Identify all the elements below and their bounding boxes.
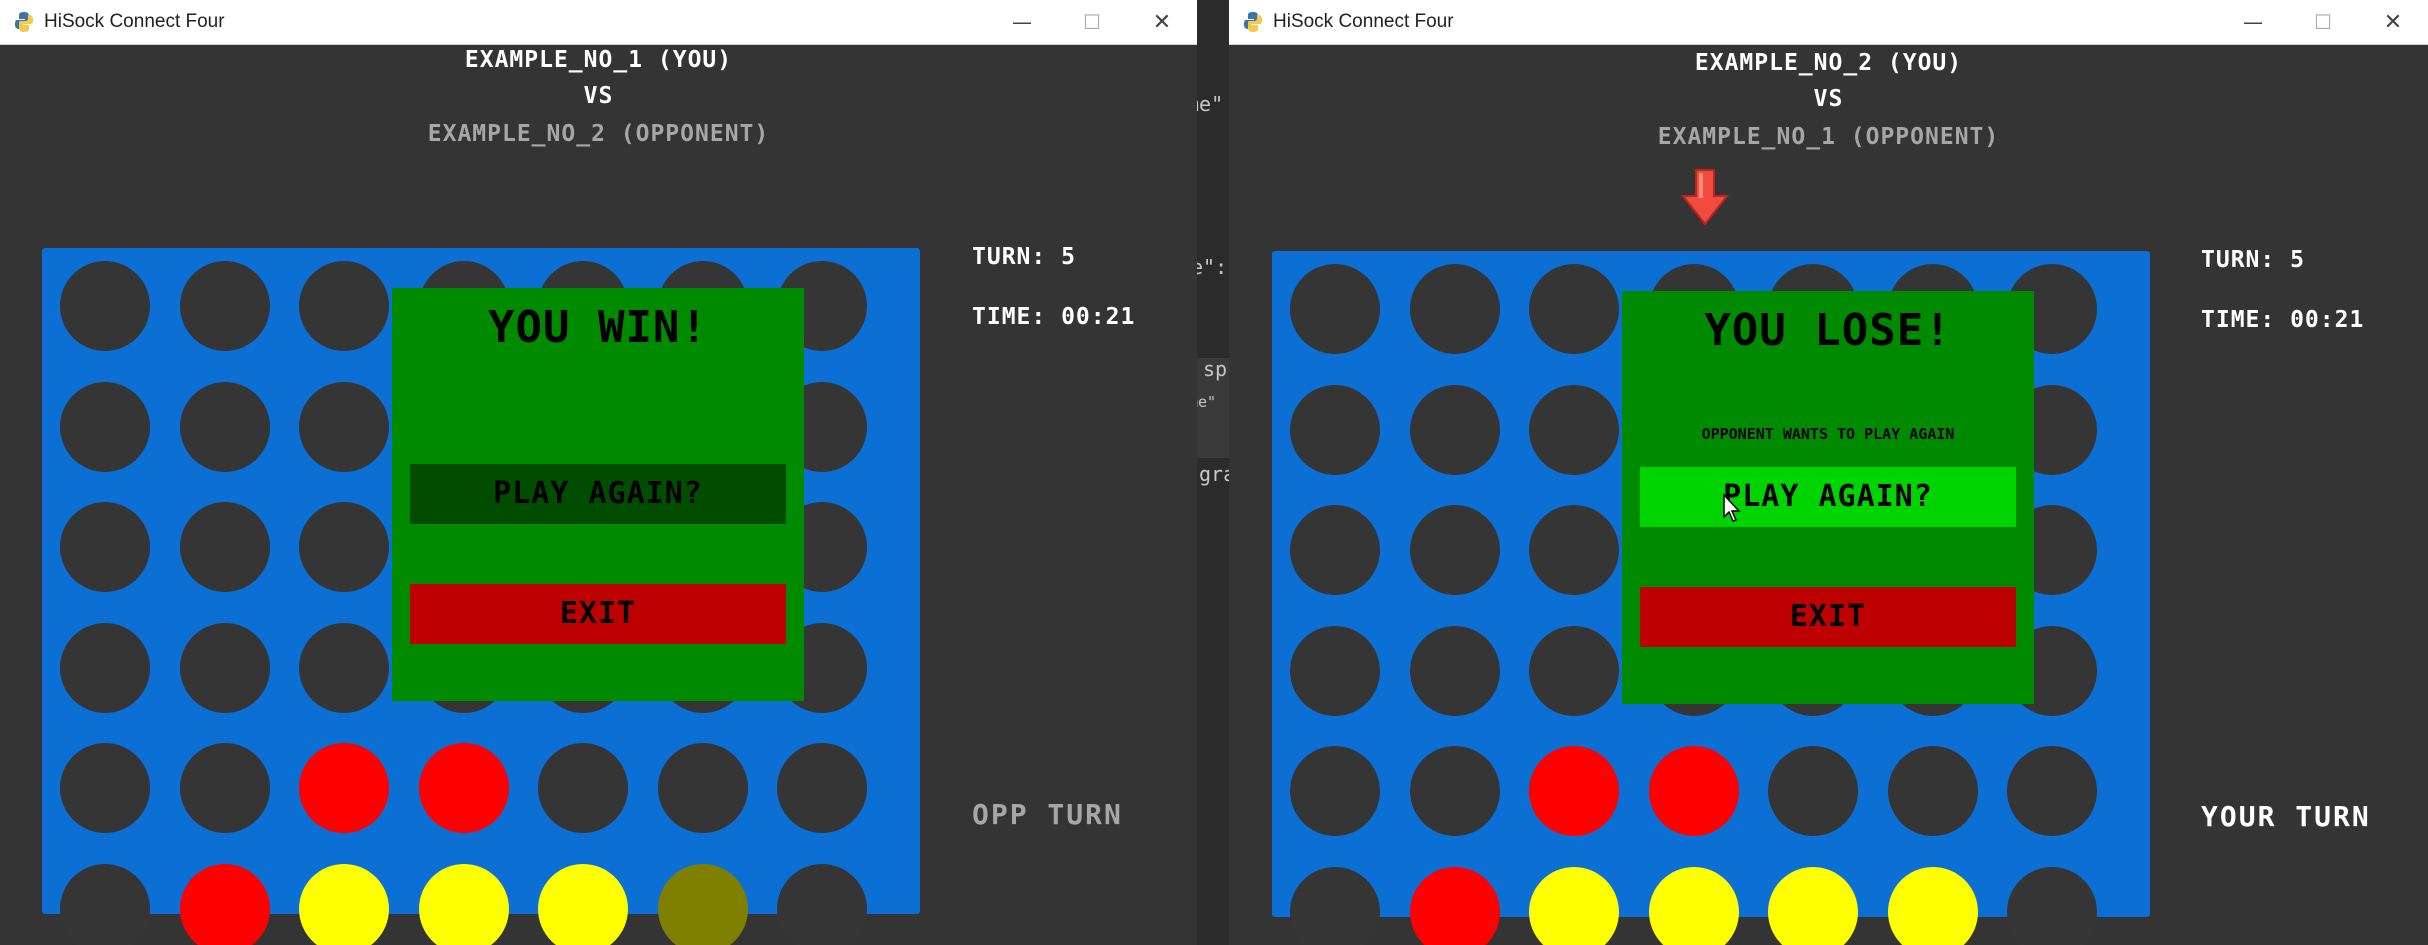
empty-slot (1409, 746, 1500, 837)
yellow-piece (538, 864, 628, 945)
empty-slot (1529, 384, 1619, 475)
red-piece (418, 743, 509, 834)
game-over-dialog: YOU WIN! PLAY AGAIN? EXIT (392, 288, 804, 701)
window-title: HiSock Connect Four (44, 11, 225, 32)
turn-status: OPP TURN (972, 798, 1123, 831)
empty-slot (1529, 505, 1619, 596)
minimize-button[interactable]: — (987, 0, 1057, 45)
empty-slot (2007, 746, 2097, 837)
red-piece (179, 864, 270, 945)
empty-slot (299, 622, 389, 713)
editor-text-fragment: gra (1199, 462, 1229, 486)
editor-text-fragment: sp (1203, 357, 1228, 381)
empty-slot (299, 261, 389, 351)
empty-slot (60, 622, 150, 713)
exit-button[interactable]: EXIT (1640, 587, 2016, 647)
window-titlebar[interactable]: HiSock Connect Four — ☐ ✕ (0, 0, 1197, 45)
turn-counter: TURN: 5 (2201, 247, 2305, 273)
window-titlebar[interactable]: HiSock Connect Four — ☐ ✕ (1229, 0, 2428, 45)
result-title: YOU LOSE! (1704, 305, 1952, 356)
empty-slot (1290, 505, 1380, 596)
maximize-button[interactable]: ☐ (1057, 0, 1127, 45)
player-opponent-label: EXAMPLE_NO_2 (OPPONENT) (427, 121, 770, 147)
editor-text-fragment: e": (1197, 255, 1228, 279)
empty-slot (1290, 867, 1380, 945)
game-window-player-1: HiSock Connect Four — ☐ ✕ EXAMPLE_NO_1 (… (0, 0, 1197, 945)
yellow-piece (299, 864, 389, 945)
empty-slot (60, 261, 150, 351)
empty-slot (60, 743, 150, 834)
highlight-piece (657, 864, 748, 945)
empty-slot (1290, 746, 1380, 837)
empty-slot (60, 502, 150, 593)
drop-indicator-arrow-icon (1681, 169, 1729, 226)
python-icon (15, 12, 33, 32)
empty-slot (179, 381, 270, 472)
player-self-label: EXAMPLE_NO_1 (YOU) (464, 47, 733, 73)
yellow-piece (1768, 867, 1858, 945)
empty-slot (1290, 384, 1380, 475)
yellow-piece (1529, 867, 1619, 945)
turn-status: YOUR TURN (2201, 800, 2371, 833)
background-editor-strip: me" e": sp me" gra (1197, 0, 1229, 945)
empty-slot (1768, 746, 1858, 837)
game-timer: TIME: 00:21 (972, 304, 1136, 330)
window-title: HiSock Connect Four (1273, 11, 1454, 32)
versus-label: VS (1813, 86, 1844, 112)
red-piece (299, 743, 389, 834)
red-piece (1529, 746, 1619, 837)
game-timer: TIME: 00:21 (2201, 307, 2365, 333)
maximize-button[interactable]: ☐ (2288, 0, 2358, 45)
empty-slot (1409, 625, 1500, 716)
game-window-player-2: HiSock Connect Four — ☐ ✕ EXAMPLE_NO_2 (… (1229, 0, 2428, 945)
empty-slot (60, 381, 150, 472)
player-opponent-label: EXAMPLE_NO_1 (OPPONENT) (1657, 124, 2000, 150)
play-again-button[interactable]: PLAY AGAIN? (410, 464, 786, 524)
empty-slot (1409, 505, 1500, 596)
close-button[interactable]: ✕ (1127, 0, 1197, 45)
yellow-piece (418, 864, 509, 945)
empty-slot (299, 502, 389, 593)
versus-label: VS (583, 83, 614, 109)
game-over-dialog: YOU LOSE! OPPONENT WANTS TO PLAY AGAIN P… (1622, 291, 2034, 704)
yellow-piece (1887, 867, 1978, 945)
empty-slot (2007, 867, 2097, 945)
empty-slot (179, 622, 270, 713)
empty-slot (777, 864, 867, 945)
mouse-cursor-icon (1723, 493, 1741, 522)
result-title: YOU WIN! (488, 302, 708, 353)
minimize-button[interactable]: — (2218, 0, 2288, 45)
empty-slot (657, 743, 748, 834)
empty-slot (1409, 264, 1500, 354)
empty-slot (1290, 625, 1380, 716)
empty-slot (179, 502, 270, 593)
close-button[interactable]: ✕ (2358, 0, 2428, 45)
player-self-label: EXAMPLE_NO_2 (YOU) (1694, 50, 1963, 76)
empty-slot (1887, 746, 1978, 837)
python-icon (1244, 12, 1262, 32)
empty-slot (179, 261, 270, 351)
red-piece (1648, 746, 1739, 837)
play-again-button[interactable]: PLAY AGAIN? (1640, 467, 2016, 527)
empty-slot (60, 864, 150, 945)
empty-slot (777, 743, 867, 834)
exit-button[interactable]: EXIT (410, 584, 786, 644)
empty-slot (299, 381, 389, 472)
editor-text-fragment: me" (1197, 92, 1224, 116)
empty-slot (538, 743, 628, 834)
editor-text-fragment: me" (1197, 393, 1217, 411)
empty-slot (1529, 264, 1619, 354)
empty-slot (1409, 384, 1500, 475)
turn-counter: TURN: 5 (972, 244, 1076, 270)
empty-slot (1529, 625, 1619, 716)
red-piece (1409, 867, 1500, 945)
empty-slot (179, 743, 270, 834)
yellow-piece (1648, 867, 1739, 945)
empty-slot (1290, 264, 1380, 354)
rematch-message: OPPONENT WANTS TO PLAY AGAIN (1701, 425, 1955, 443)
